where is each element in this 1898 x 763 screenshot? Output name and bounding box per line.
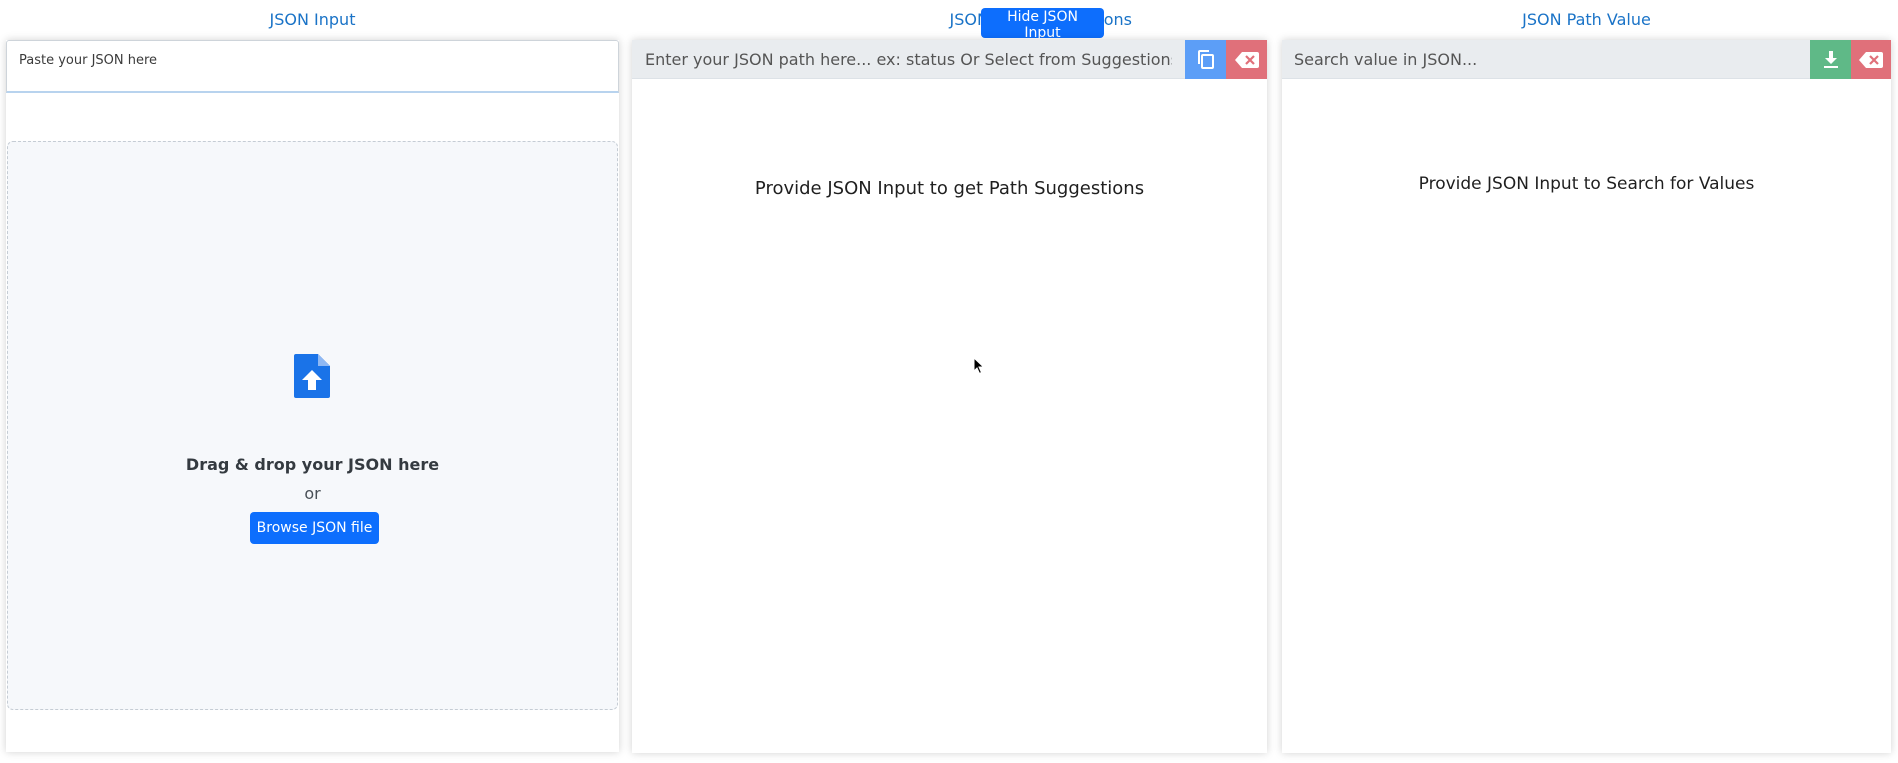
mouse-cursor-icon — [973, 357, 985, 375]
json-input-textarea[interactable] — [6, 40, 619, 93]
backspace-clear-icon — [1859, 51, 1883, 68]
json-path-suggestions-panel: Provide JSON Input to get Path Suggestio… — [632, 40, 1267, 753]
path-value-message: Provide JSON Input to Search for Values — [1418, 174, 1755, 194]
path-suggestions-message: Provide JSON Input to get Path Suggestio… — [754, 178, 1145, 199]
json-path-value-panel: Provide JSON Input to Search for Values — [1282, 40, 1891, 753]
file-upload-icon — [294, 354, 330, 398]
copy-path-button[interactable] — [1185, 40, 1226, 79]
backspace-clear-icon — [1234, 51, 1259, 68]
dropzone-or-text: or — [304, 484, 321, 503]
json-path-value-title: JSON Path Value — [1522, 10, 1651, 29]
clear-path-button[interactable] — [1226, 40, 1267, 79]
dropzone-title: Drag & drop your JSON here — [185, 455, 440, 474]
json-input-title: JSON Input — [269, 10, 356, 29]
json-input-panel: Drag & drop your JSON here or Browse JSO… — [6, 40, 619, 752]
hide-json-input-button[interactable]: Hide JSON Input — [981, 8, 1104, 41]
clear-search-button[interactable] — [1851, 40, 1891, 79]
copy-icon — [1197, 49, 1214, 69]
browse-json-file-button[interactable]: Browse JSON file — [250, 512, 379, 544]
download-button[interactable] — [1810, 40, 1851, 79]
json-path-input[interactable] — [632, 40, 1185, 79]
download-icon — [1823, 50, 1838, 68]
search-value-input[interactable] — [1282, 40, 1810, 79]
json-dropzone[interactable]: Drag & drop your JSON here or Browse JSO… — [7, 141, 618, 710]
